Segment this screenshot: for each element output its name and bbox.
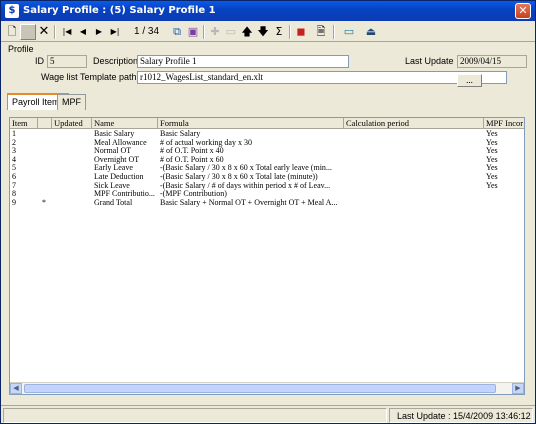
table-row[interactable]: 7 Sick Leave -(Basic Salary / # of days … <box>10 182 524 191</box>
next-record-icon[interactable]: ▶ <box>91 24 107 40</box>
payroll-items-grid: Item Updated Name Formula Calculation pe… <box>9 117 525 395</box>
report-icon[interactable]: ◼ <box>293 24 309 40</box>
template-path-field[interactable]: r1012_WagesList_standard_en.xlt <box>137 71 507 84</box>
column-header-name[interactable]: Name <box>92 118 158 129</box>
mpf-cell <box>484 199 524 208</box>
marker-cell: * <box>42 198 46 207</box>
toolbar: 🗋 ✕ |◀ ◀ ▶ ▶| 1 / 34 ⧉ ▣ ✚ ▭ 🡅 🡇 Σ ◼ 🗎 ▭… <box>1 22 535 42</box>
status-pane-main <box>3 408 387 423</box>
delete-icon[interactable]: ✕ <box>36 24 52 40</box>
grid-rows: 1 Basic Salary Basic Salary Yes 2 Meal A… <box>10 130 524 207</box>
table-row[interactable]: 3 Normal OT # of O.T. Point x 40 Yes <box>10 147 524 156</box>
column-header-formula[interactable]: Formula <box>158 118 344 129</box>
status-bar: Last Update : 15/4/2009 13:46:12 <box>1 405 535 424</box>
sum-icon[interactable]: Σ <box>271 24 287 40</box>
name-cell: Grand Total <box>94 198 133 207</box>
table-row[interactable]: 4 Overnight OT # of O.T. Point x 60 Yes <box>10 156 524 165</box>
table-row[interactable]: 5 Early Leave -(Basic Salary / 30 x 8 x … <box>10 164 524 173</box>
id-field[interactable]: 5 <box>47 55 87 68</box>
profile-group: Profile ID 5 Description Salary Profile … <box>5 44 531 91</box>
first-record-icon[interactable]: |◀ <box>59 24 75 40</box>
title-bar[interactable]: $ Salary Profile : (5) Salary Profile 1 … <box>1 1 535 21</box>
move-down-icon[interactable]: 🡇 <box>255 24 271 40</box>
table-row[interactable]: 6 Late Deduction -(Basic Salary / 30 x 8… <box>10 173 524 182</box>
scrollbar-thumb[interactable] <box>24 384 496 393</box>
template-path-label: Wage list Template path <box>41 72 137 82</box>
toolbar-separator <box>289 25 291 39</box>
column-header-item[interactable]: Item <box>10 118 38 129</box>
description-label: Description <box>93 56 139 66</box>
document-icon[interactable]: 🗎 <box>313 24 329 40</box>
copy-icon[interactable]: ⧉ <box>169 24 185 40</box>
record-counter: 1 / 34 <box>134 26 160 37</box>
column-header-calculation-period[interactable]: Calculation period <box>344 118 484 129</box>
save-icon[interactable] <box>20 24 36 40</box>
description-field[interactable]: Salary Profile 1 <box>137 55 349 68</box>
profile-group-label: Profile <box>8 44 34 54</box>
last-update-label: Last Update <box>405 56 454 66</box>
column-header-marker[interactable] <box>38 118 52 129</box>
previous-record-icon[interactable]: ◀ <box>75 24 91 40</box>
table-row[interactable]: 9 * Grand Total Basic Salary + Normal OT… <box>10 199 524 208</box>
table-row[interactable]: 1 Basic Salary Basic Salary Yes <box>10 130 524 139</box>
table-row[interactable]: 8 MPF Contributio... -(MPF Contribution) <box>10 190 524 199</box>
horizontal-scrollbar[interactable]: ◀ ▶ <box>10 382 524 394</box>
scroll-left-icon[interactable]: ◀ <box>10 383 22 394</box>
new-icon[interactable]: 🗋 <box>4 24 20 40</box>
toolbar-separator <box>54 25 56 39</box>
window-title: Salary Profile : (5) Salary Profile 1 <box>23 5 216 16</box>
grid-header: Item Updated Name Formula Calculation pe… <box>10 118 524 129</box>
id-label: ID <box>35 56 44 66</box>
column-header-updated[interactable]: Updated <box>52 118 92 129</box>
period-cell <box>344 199 484 208</box>
last-record-icon[interactable]: ▶| <box>107 24 123 40</box>
table-row[interactable]: 2 Meal Allowance # of actual working day… <box>10 139 524 148</box>
updated-cell <box>52 199 92 208</box>
toolbar-separator <box>203 25 205 39</box>
scroll-right-icon[interactable]: ▶ <box>512 383 524 394</box>
remove-row-icon[interactable]: ▭ <box>223 24 239 40</box>
status-last-update: Last Update : 15/4/2009 13:46:12 <box>397 411 531 421</box>
browse-button[interactable]: ... <box>457 74 482 87</box>
exit-icon[interactable]: ⏏ <box>363 24 379 40</box>
column-header-mpf-income[interactable]: MPF Incor <box>484 118 524 129</box>
formula-cell: Basic Salary + Normal OT + Overnight OT … <box>160 198 338 207</box>
monitor-icon[interactable]: ▭ <box>341 24 357 40</box>
salary-profile-window: $ Salary Profile : (5) Salary Profile 1 … <box>0 0 536 424</box>
move-up-icon[interactable]: 🡅 <box>239 24 255 40</box>
last-update-field: 2009/04/15 <box>457 55 527 68</box>
close-button[interactable]: ✕ <box>515 3 531 19</box>
tab-mpf[interactable]: MPF <box>57 94 86 110</box>
toolbar-separator <box>333 25 335 39</box>
app-icon: $ <box>5 4 19 18</box>
item-cell: 9 <box>12 198 16 207</box>
paste-icon[interactable]: ▣ <box>185 24 201 40</box>
add-row-icon[interactable]: ✚ <box>207 24 223 40</box>
